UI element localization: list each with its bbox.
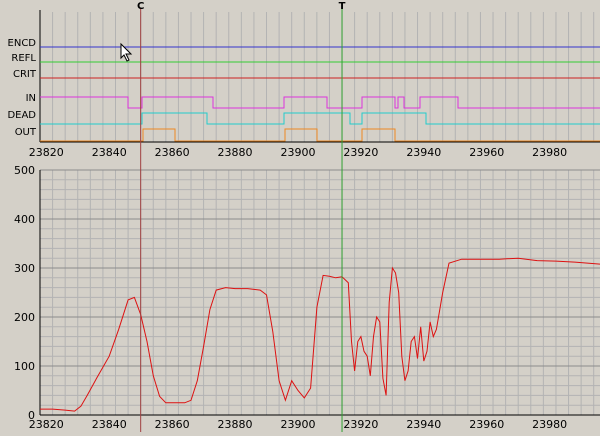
analog-y-tick-label: 400 <box>14 213 35 226</box>
analog-x-tick-label: 23960 <box>469 418 504 431</box>
scope-canvas[interactable]: ENCDREFLCRITINDEADOUT 23820 23840 23860 238… <box>0 0 600 432</box>
channel-label-crit: CRIT <box>13 69 37 80</box>
channel-label-refl: REFL <box>11 53 36 64</box>
digital-x-tick-label: 23820 <box>29 146 64 159</box>
analog-x-tick-label: 23840 <box>92 418 127 431</box>
digital-x-axis: 23820 23840 23860 23880 23900 23920 23940 23960… <box>29 146 567 159</box>
analog-x-tick-label: 23900 <box>280 418 315 431</box>
analog-y-tick-label: 300 <box>14 262 35 275</box>
analog-y-tick-label: 500 <box>14 164 35 177</box>
analog-x-tick-label: 23860 <box>155 418 190 431</box>
channel-label-encd: ENCD <box>8 38 37 49</box>
logic-analyzer-window: ENCD REFL CRIT IN DEAD OUT 23820 23840 23860 238… <box>0 0 600 432</box>
digital-x-tick-label: 23920 <box>343 146 378 159</box>
digital-x-tick-label: 23940 <box>406 146 441 159</box>
analog-x-axis: 23820 23840 23860 23880 23900 23920 23940 23960… <box>29 418 567 431</box>
digital-x-tick-label: 23840 <box>92 146 127 159</box>
channel-label-out: OUT <box>15 127 37 138</box>
cursor-c-label[interactable]: C <box>137 1 144 12</box>
analog-x-tick-label: 23980 <box>532 418 567 431</box>
analog-x-tick-label: 23880 <box>218 418 253 431</box>
analog-y-tick-label: 100 <box>14 360 35 373</box>
analog-x-tick-label: 23920 <box>343 418 378 431</box>
digital-x-tick-label: 23860 <box>155 146 190 159</box>
cursor-t-label[interactable]: T <box>339 1 346 12</box>
channel-label-dead: DEAD <box>7 110 36 121</box>
analog-y-tick-label: 200 <box>14 311 35 324</box>
analog-panel[interactable]: 0100200300400500 23820 23840 23860 23880 239… <box>14 164 600 431</box>
channel-label-in: IN <box>26 93 36 104</box>
digital-panel[interactable]: ENCDREFLCRITINDEADOUT 23820 23840 23860 238… <box>7 10 600 159</box>
digital-x-tick-label: 23900 <box>280 146 315 159</box>
digital-plot-area <box>40 10 600 142</box>
analog-x-tick-label: 23940 <box>406 418 441 431</box>
analog-x-tick-label: 23820 <box>29 418 64 431</box>
digital-x-tick-label: 23980 <box>532 146 567 159</box>
digital-x-tick-label: 23960 <box>469 146 504 159</box>
digital-x-tick-label: 23880 <box>218 146 253 159</box>
